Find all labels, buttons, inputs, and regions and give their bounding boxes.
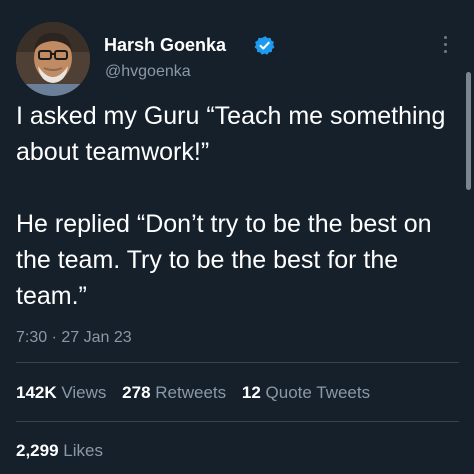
author-name[interactable]: Harsh Goenka (104, 35, 226, 56)
avatar[interactable] (16, 22, 90, 96)
retweets-stat[interactable]: 278 Retweets (122, 383, 226, 403)
author-handle[interactable]: @hvgoenka (105, 63, 191, 81)
quote-tweets-stat[interactable]: 12 Quote Tweets (242, 383, 370, 403)
engagement-stats: 142K Views 278 Retweets 12 Quote Tweets (16, 383, 381, 403)
more-vertical-icon-dot (444, 50, 447, 53)
tweet-header: Harsh Goenka @hvgoenka (14, 22, 454, 102)
tweet-paragraph: I asked my Guru “Teach me something abou… (16, 102, 446, 166)
divider (16, 362, 459, 363)
retweets-count: 278 (122, 383, 151, 402)
tweet-timestamp[interactable]: 7:30 · 27 Jan 23 (16, 329, 132, 347)
quote-tweets-count: 12 (241, 383, 261, 402)
tweet-card: Harsh Goenka @hvgoenka I asked my Guru “… (0, 0, 474, 474)
verified-badge-icon (254, 36, 275, 55)
divider (16, 421, 459, 422)
views-stat[interactable]: 142K Views (16, 383, 106, 403)
likes-stat[interactable]: 2,299 Likes (16, 441, 103, 461)
likes-label: Likes (63, 441, 103, 460)
tweet-paragraph: He replied “Don’t try to be the best on … (16, 210, 432, 310)
more-vertical-icon (444, 36, 447, 39)
likes-count: 2,299 (16, 441, 59, 460)
avatar-image (16, 22, 90, 96)
tweet-text: I asked my Guru “Teach me something abou… (16, 98, 456, 314)
more-vertical-icon-dot (444, 43, 447, 46)
tweet-time: 7:30 (16, 329, 48, 346)
more-options-button[interactable] (434, 32, 458, 58)
timestamp-separator: · (51, 329, 57, 346)
quote-tweets-label: Quote Tweets (265, 383, 371, 402)
retweets-label: Retweets (155, 383, 227, 402)
tweet-date: 27 Jan 23 (61, 329, 132, 346)
views-label: Views (61, 383, 107, 402)
scrollbar-thumb[interactable] (466, 72, 471, 190)
views-count: 142K (16, 383, 57, 402)
